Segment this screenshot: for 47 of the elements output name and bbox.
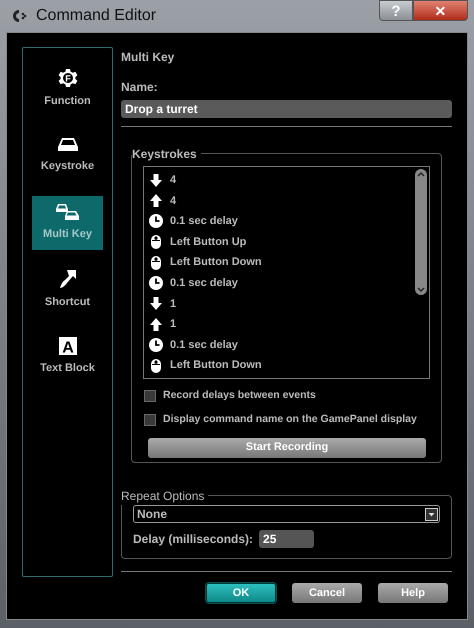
keystroke-list[interactable]: 4 4 0.1 sec delay Left Button Up Left Button Down 0.1 sec delay 1 1 0.1 sec delay Left Button Down bbox=[143, 166, 430, 379]
down-arrow-icon bbox=[150, 297, 162, 310]
name-field[interactable]: Drop a turret bbox=[121, 100, 452, 118]
macro-event[interactable]: 1 bbox=[170, 296, 176, 312]
sidebar-item[interactable]: Shortcut bbox=[32, 263, 103, 317]
macro-event[interactable]: 0.1 sec delay bbox=[170, 336, 238, 354]
sidebar-item[interactable]: Keystroke bbox=[32, 129, 103, 183]
scroll-down-icon[interactable] bbox=[417, 287, 425, 293]
macro-event[interactable]: Left Button Up bbox=[170, 234, 246, 250]
mouse-icon bbox=[151, 256, 161, 270]
gear-icon: F bbox=[58, 68, 78, 88]
sidebar-item[interactable]: Multi Key bbox=[32, 196, 103, 250]
shortcut-arrow-icon bbox=[58, 269, 76, 290]
macro-event[interactable]: 0.1 sec delay bbox=[170, 275, 238, 292]
clock-icon bbox=[149, 276, 163, 290]
macro-event[interactable]: 1 bbox=[170, 316, 176, 333]
macro-event[interactable]: Left Button Down bbox=[170, 357, 262, 374]
checkbox[interactable] bbox=[144, 390, 156, 402]
section-heading: Multi Key bbox=[121, 49, 176, 66]
mouse-icon bbox=[151, 235, 161, 250]
repeat-mode-dropdown[interactable]: None bbox=[133, 505, 440, 523]
close-button[interactable]: ✕ bbox=[413, 0, 468, 21]
up-arrow-icon bbox=[150, 194, 162, 208]
sidebar-item[interactable]: A Text Block bbox=[32, 330, 103, 384]
macro-event[interactable]: Left Button Down bbox=[170, 254, 262, 271]
window-title: Command Editor bbox=[36, 6, 156, 26]
delay-field[interactable]: 25 bbox=[259, 530, 314, 548]
logo-icon bbox=[10, 8, 28, 24]
macro-event[interactable]: 4 bbox=[170, 192, 176, 210]
keys-icon bbox=[56, 203, 80, 222]
macro-event[interactable]: 4 bbox=[170, 172, 176, 189]
mouse-icon bbox=[151, 358, 161, 373]
checkbox-label: Record delays between events bbox=[163, 388, 316, 403]
delay-label: Delay (milliseconds): bbox=[133, 531, 254, 548]
clock-icon bbox=[149, 214, 163, 228]
macro-event[interactable]: 0.1 sec delay bbox=[170, 213, 238, 230]
up-arrow-icon bbox=[150, 318, 162, 331]
scroll-up-icon[interactable] bbox=[417, 171, 425, 177]
checkbox[interactable] bbox=[144, 414, 156, 426]
letter-a-icon: A bbox=[58, 337, 76, 356]
clock-icon bbox=[149, 338, 163, 352]
scrollbar[interactable] bbox=[415, 169, 427, 295]
name-label: Name: bbox=[121, 79, 159, 96]
checkbox-label: Display command name on the GamePanel display bbox=[163, 412, 417, 427]
down-arrow-icon bbox=[150, 174, 162, 187]
sidebar-item[interactable]: F Function bbox=[32, 62, 103, 116]
key-icon bbox=[56, 137, 78, 154]
